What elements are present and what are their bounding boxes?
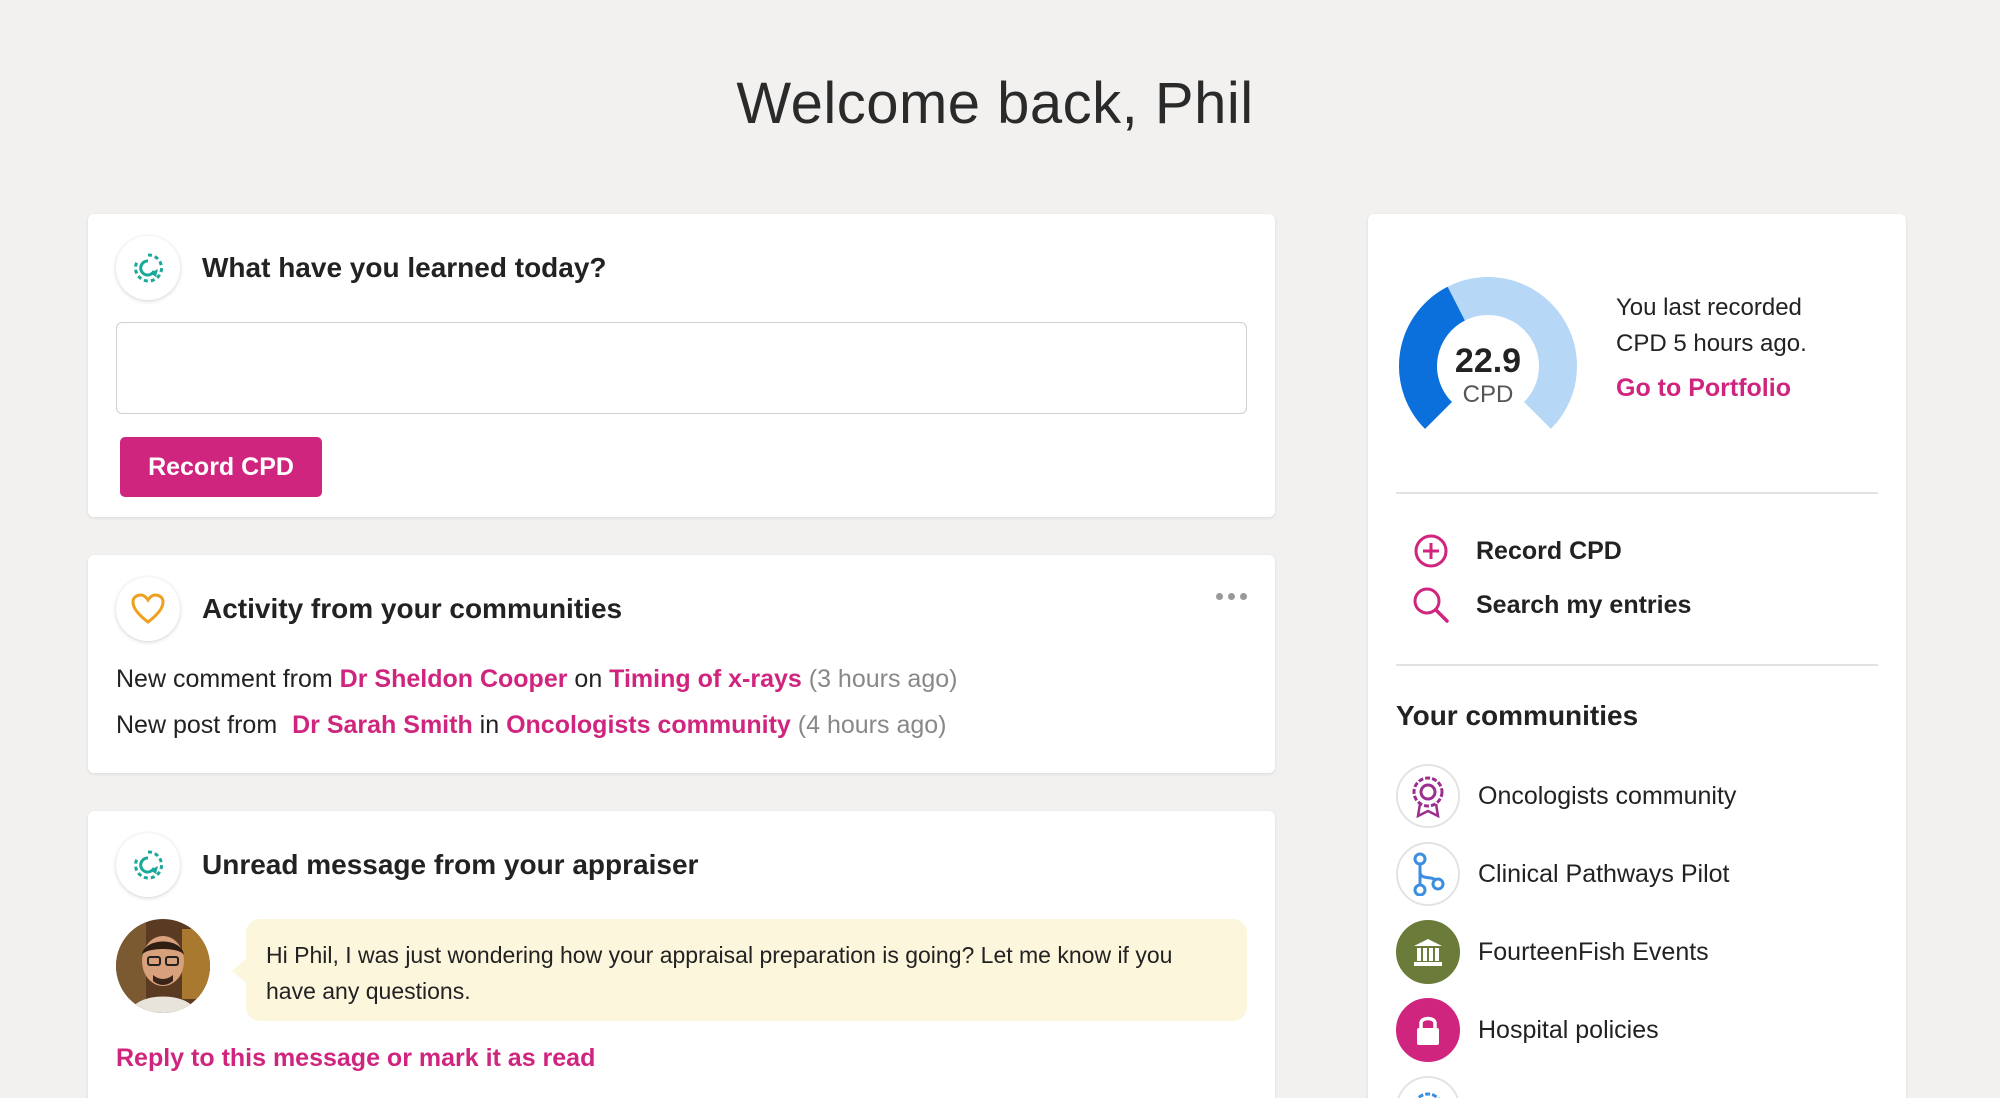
activity-prefix: New post from: [116, 711, 285, 739]
community-item-clinical-pathways[interactable]: Clinical Pathways Pilot: [1396, 842, 1730, 906]
reply-message-link[interactable]: Reply to this message or mark it as read: [116, 1044, 595, 1073]
activity-prefix: New comment from: [116, 665, 340, 693]
learn-card-header: What have you learned today?: [116, 236, 607, 300]
quick-action-record-cpd[interactable]: Record CPD: [1412, 532, 1622, 570]
appraiser-message-bubble: Hi Phil, I was just wondering how your a…: [232, 919, 1247, 1021]
heart-icon: [116, 577, 180, 641]
message-card-header: Unread message from your appraiser: [116, 833, 698, 897]
activity-item: New comment from Dr Sheldon Cooper on Ti…: [116, 665, 957, 694]
activity-target-link[interactable]: Oncologists community: [506, 711, 791, 739]
activity-person-link[interactable]: Dr Sarah Smith: [292, 711, 473, 739]
divider: [1396, 664, 1878, 666]
activity-person-link[interactable]: Dr Sheldon Cooper: [340, 665, 568, 693]
quick-action-search-entries[interactable]: Search my entries: [1412, 586, 1691, 624]
activity-card: Activity from your communities New comme…: [88, 555, 1275, 773]
activity-item: New post from Dr Sarah Smith in Oncologi…: [116, 711, 946, 740]
community-item-partial[interactable]: [1396, 1076, 1478, 1098]
cpd-donut-chart: 22.9 CPD: [1399, 277, 1577, 429]
cpd-unit: CPD: [1463, 381, 1514, 408]
activity-joiner: on: [567, 665, 610, 693]
last-recorded-text: You last recorded CPD 5 hours ago.: [1616, 294, 1807, 357]
refresh-icon: [116, 833, 180, 897]
activity-joiner: in: [472, 711, 507, 739]
activity-card-header: Activity from your communities: [116, 577, 622, 641]
message-card-title: Unread message from your appraiser: [202, 849, 699, 880]
community-name: FourteenFish Events: [1478, 937, 1709, 966]
cpd-value: 22.9: [1455, 342, 1521, 380]
appraiser-avatar: [116, 919, 210, 1013]
message-card: Unread message from your appraiser Hi Ph…: [88, 811, 1275, 1098]
cpd-sidebar-card: 22.9 CPD You last recorded CPD 5 hours a…: [1368, 214, 1906, 1098]
more-options-icon[interactable]: [1216, 593, 1247, 600]
badge-icon: [1396, 764, 1460, 828]
cpd-donut-fill: [1399, 286, 1466, 429]
activity-target-link[interactable]: Timing of x-rays: [609, 665, 802, 693]
community-name: Hospital policies: [1478, 1015, 1659, 1044]
activity-time: (3 hours ago): [801, 665, 958, 693]
community-item-oncologists[interactable]: Oncologists community: [1396, 764, 1736, 828]
learning-input[interactable]: [116, 322, 1247, 414]
community-item-hospital-policies[interactable]: Hospital policies: [1396, 998, 1659, 1062]
divider: [1396, 492, 1878, 494]
record-cpd-button[interactable]: Record CPD: [120, 437, 322, 497]
quick-action-label: Record CPD: [1476, 536, 1622, 565]
plus-circle-icon: [1412, 532, 1450, 570]
refresh-icon: [116, 236, 180, 300]
community-name: Oncologists community: [1478, 781, 1737, 810]
welcome-heading: Welcome back, Phil: [736, 71, 1254, 136]
quick-action-label: Search my entries: [1476, 590, 1692, 619]
badge-icon: [1396, 1076, 1460, 1098]
activity-time: (4 hours ago): [790, 711, 947, 739]
search-icon: [1412, 586, 1450, 624]
community-name: Clinical Pathways Pilot: [1478, 859, 1730, 888]
building-icon: [1396, 920, 1460, 984]
lock-icon: [1396, 998, 1460, 1062]
learn-card-title: What have you learned today?: [202, 252, 607, 283]
pathway-icon: [1396, 842, 1460, 906]
communities-title: Your communities: [1396, 700, 1639, 731]
community-item-fourteenfish-events[interactable]: FourteenFish Events: [1396, 920, 1709, 984]
activity-card-title: Activity from your communities: [202, 593, 623, 624]
go-to-portfolio-link[interactable]: Go to Portfolio: [1616, 374, 1791, 403]
learn-card: What have you learned today? Record CPD: [88, 214, 1275, 517]
